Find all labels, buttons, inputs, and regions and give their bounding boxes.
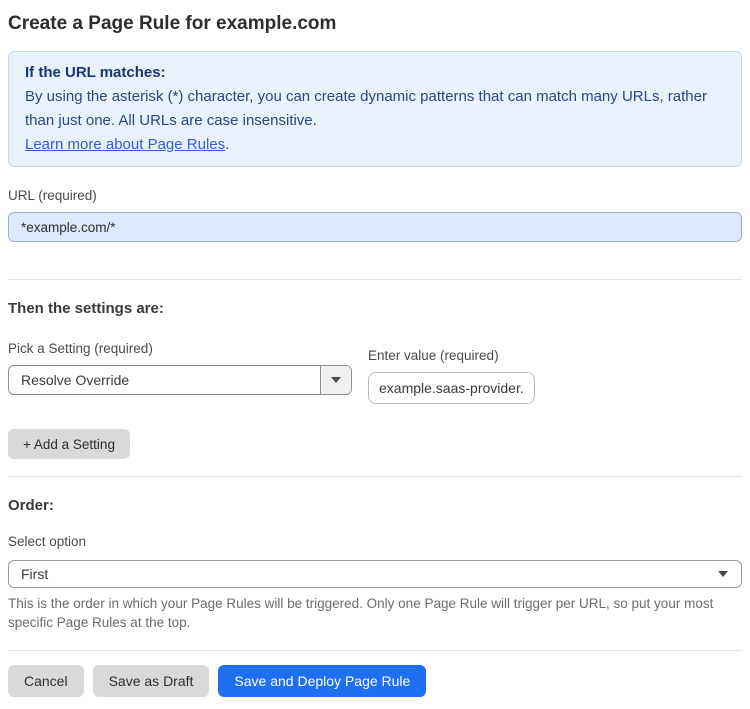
- settings-row: Pick a Setting (required) Resolve Overri…: [8, 341, 742, 404]
- setting-select-arrow-button[interactable]: [320, 366, 351, 394]
- setting-select[interactable]: Resolve Override: [8, 365, 352, 395]
- url-input[interactable]: [8, 212, 742, 242]
- link-period: .: [225, 136, 230, 153]
- add-setting-button[interactable]: + Add a Setting: [8, 429, 130, 459]
- order-help-text: This is the order in which your Page Rul…: [8, 596, 714, 630]
- page-title: Create a Page Rule for example.com: [8, 13, 337, 34]
- section-divider: [8, 650, 742, 651]
- save-deploy-button[interactable]: Save and Deploy Page Rule: [218, 665, 427, 697]
- dropdown-arrow-icon: [718, 571, 728, 577]
- order-select[interactable]: First: [8, 560, 742, 588]
- order-select-value: First: [21, 566, 49, 582]
- info-box-heading: If the URL matches:: [25, 64, 166, 81]
- create-page-rule-form: Create a Page Rule for example.com If th…: [0, 0, 750, 709]
- cancel-button[interactable]: Cancel: [8, 665, 84, 697]
- section-divider: [8, 279, 742, 280]
- setting-select-value: Resolve Override: [21, 372, 130, 388]
- order-section-heading: Order:: [8, 497, 54, 514]
- dropdown-arrow-icon: [331, 377, 341, 383]
- order-select-label: Select option: [8, 534, 87, 549]
- setting-value-group: Enter value (required): [368, 348, 535, 404]
- form-actions: Cancel Save as Draft Save and Deploy Pag…: [8, 665, 742, 697]
- order-select-arrow: [718, 571, 741, 577]
- info-box-body: By using the asterisk (*) character, you…: [25, 88, 707, 129]
- learn-more-link[interactable]: Learn more about Page Rules: [25, 136, 225, 153]
- url-field-label: URL (required): [8, 188, 97, 203]
- setting-select-label: Pick a Setting (required): [8, 341, 153, 356]
- setting-select-group: Pick a Setting (required) Resolve Overri…: [8, 341, 352, 404]
- setting-value-input[interactable]: [368, 372, 535, 404]
- settings-section-heading: Then the settings are:: [8, 300, 164, 317]
- save-draft-button[interactable]: Save as Draft: [92, 665, 210, 697]
- info-box-link-line: Learn more about Page Rules.: [25, 133, 725, 157]
- section-divider: [8, 476, 742, 477]
- url-match-info-box: If the URL matches: By using the asteris…: [8, 51, 742, 167]
- value-field-label: Enter value (required): [368, 348, 499, 363]
